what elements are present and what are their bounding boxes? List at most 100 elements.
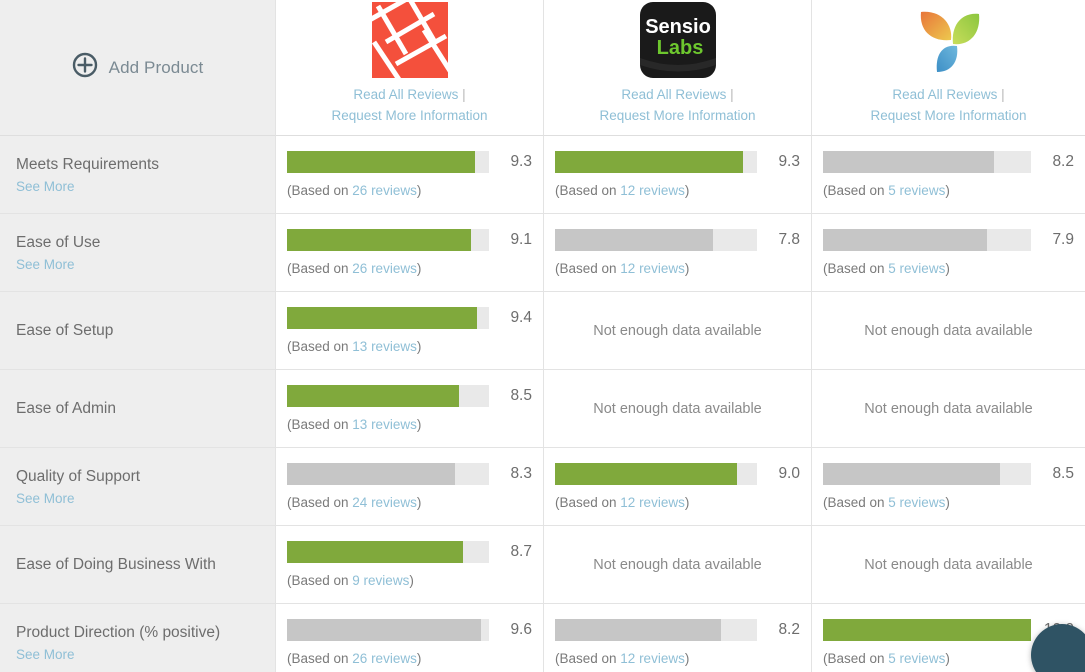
read-all-reviews-link-1[interactable]: Read All Reviews xyxy=(353,87,458,102)
rating-cell-empty: Not enough data available xyxy=(811,370,1085,448)
review-count-link[interactable]: 5 reviews xyxy=(888,183,945,198)
product-links-3: Read All Reviews | Request More Informati… xyxy=(862,84,1034,126)
rating-bar-row: 9.3 xyxy=(287,150,532,173)
rating-cell-empty: Not enough data available xyxy=(543,370,811,448)
rating-cell: 9.0 (Based on 12 reviews) xyxy=(543,448,811,526)
request-more-information-link-3[interactable]: Request More Information xyxy=(870,108,1026,123)
review-count-link[interactable]: 5 reviews xyxy=(888,651,945,666)
rating-cell: 8.3 (Based on 24 reviews) xyxy=(275,448,543,526)
request-more-information-link-1[interactable]: Request More Information xyxy=(331,108,487,123)
rating-cell-empty: Not enough data available xyxy=(543,292,811,370)
rating-bar-track xyxy=(287,150,489,173)
review-count-link[interactable]: 26 reviews xyxy=(352,651,417,666)
rating-bar-row: 8.2 xyxy=(555,618,800,641)
rating-bar-track xyxy=(287,228,489,251)
rating-bar-row: 8.3 xyxy=(287,462,532,485)
product-logo-3 xyxy=(911,2,987,78)
rating-cell: 9.4 (Based on 13 reviews) xyxy=(275,292,543,370)
rating-bar-fill xyxy=(555,462,737,485)
rating-score: 8.7 xyxy=(510,542,532,560)
based-on-prefix: (Based on xyxy=(287,260,353,276)
based-on-text: (Based on 12 reviews) xyxy=(555,260,800,277)
rating-score: 7.9 xyxy=(1052,230,1074,248)
row-title: Ease of Doing Business With xyxy=(16,555,216,573)
rating-bar-fill xyxy=(823,462,1000,485)
rating-bar-row: 9.1 xyxy=(287,228,532,251)
rating-bar-row: 8.7 xyxy=(287,540,532,563)
rating-bar-fill xyxy=(287,618,481,641)
add-product-button[interactable]: Add Product xyxy=(72,52,204,83)
review-count-link[interactable]: 12 reviews xyxy=(620,651,685,666)
based-on-prefix: (Based on xyxy=(555,260,621,276)
review-count-link[interactable]: 9 reviews xyxy=(352,573,409,588)
review-count-link[interactable]: 26 reviews xyxy=(352,261,417,276)
no-data-text: Not enough data available xyxy=(864,400,1033,417)
based-on-suffix: ) xyxy=(416,260,422,276)
review-count-link[interactable]: 12 reviews xyxy=(620,183,685,198)
rating-score: 9.1 xyxy=(510,230,532,248)
product-logo-1 xyxy=(371,2,448,78)
review-count-link[interactable]: 12 reviews xyxy=(620,495,685,510)
link-separator-2: | xyxy=(730,87,734,102)
based-on-text: (Based on 12 reviews) xyxy=(555,494,800,511)
review-count-link[interactable]: 5 reviews xyxy=(888,261,945,276)
rating-bar-fill xyxy=(287,306,477,329)
based-on-prefix: (Based on xyxy=(287,416,353,432)
based-on-text: (Based on 5 reviews) xyxy=(823,182,1074,199)
rating-score: 8.2 xyxy=(778,620,800,638)
product-links-2: Read All Reviews | Request More Informati… xyxy=(591,84,763,126)
rating-bar-track xyxy=(287,540,489,563)
based-on-text: (Based on 26 reviews) xyxy=(287,650,532,667)
based-on-text: (Based on 12 reviews) xyxy=(555,650,800,667)
rating-bar-fill xyxy=(287,228,471,251)
rating-score: 9.0 xyxy=(778,464,800,482)
review-count-link[interactable]: 12 reviews xyxy=(620,261,685,276)
based-on-text: (Based on 5 reviews) xyxy=(823,260,1074,277)
see-more-link[interactable]: See More xyxy=(16,490,275,507)
based-on-prefix: (Based on xyxy=(287,494,353,510)
based-on-suffix: ) xyxy=(684,260,690,276)
based-on-prefix: (Based on xyxy=(823,182,889,198)
review-count-link[interactable]: 5 reviews xyxy=(888,495,945,510)
based-on-suffix: ) xyxy=(684,650,690,666)
based-on-prefix: (Based on xyxy=(555,650,621,666)
rating-score: 9.6 xyxy=(510,620,532,638)
rating-bar-row: 8.5 xyxy=(287,384,532,407)
see-more-link[interactable]: See More xyxy=(16,646,275,663)
rating-bar-track xyxy=(555,150,757,173)
row-title: Ease of Admin xyxy=(16,399,116,417)
rating-bar-fill xyxy=(555,150,743,173)
review-count-link[interactable]: 13 reviews xyxy=(352,339,417,354)
no-data-text: Not enough data available xyxy=(593,322,762,339)
product-comparison-grid: Add Product Read All Reviews | Request Mor… xyxy=(0,0,1085,672)
rating-cell: 9.6 (Based on 26 reviews) xyxy=(275,604,543,672)
row-title: Meets Requirements xyxy=(16,155,160,173)
rating-bar-fill xyxy=(555,228,713,251)
rating-bar-track xyxy=(823,618,1031,641)
laravel-logo-svg xyxy=(371,2,448,78)
review-count-link[interactable]: 26 reviews xyxy=(352,183,417,198)
rating-bar-track xyxy=(287,618,489,641)
see-more-link[interactable]: See More xyxy=(16,178,275,195)
see-more-link[interactable]: See More xyxy=(16,256,275,273)
add-product-cell: Add Product xyxy=(0,0,275,136)
based-on-suffix: ) xyxy=(945,260,950,276)
based-on-suffix: ) xyxy=(416,494,422,510)
rating-bar-row: 9.6 xyxy=(287,618,532,641)
read-all-reviews-link-2[interactable]: Read All Reviews xyxy=(621,87,726,102)
review-count-link[interactable]: 13 reviews xyxy=(352,417,417,432)
rating-bar-track xyxy=(823,462,1031,485)
rating-cell: 8.2 (Based on 5 reviews) xyxy=(811,136,1085,214)
rating-cell: 8.7 (Based on 9 reviews) xyxy=(275,526,543,604)
based-on-suffix: ) xyxy=(684,182,690,198)
rating-bar-row: 9.3 xyxy=(555,150,800,173)
review-count-link[interactable]: 24 reviews xyxy=(352,495,417,510)
rating-bar-fill xyxy=(287,462,455,485)
based-on-suffix: ) xyxy=(416,416,422,432)
rating-bar-row: 9.0 xyxy=(555,462,800,485)
read-all-reviews-link-3[interactable]: Read All Reviews xyxy=(892,87,997,102)
rating-bar-track xyxy=(823,150,1031,173)
rating-bar-track xyxy=(823,228,1031,251)
plus-circle-icon xyxy=(72,52,98,83)
request-more-information-link-2[interactable]: Request More Information xyxy=(599,108,755,123)
